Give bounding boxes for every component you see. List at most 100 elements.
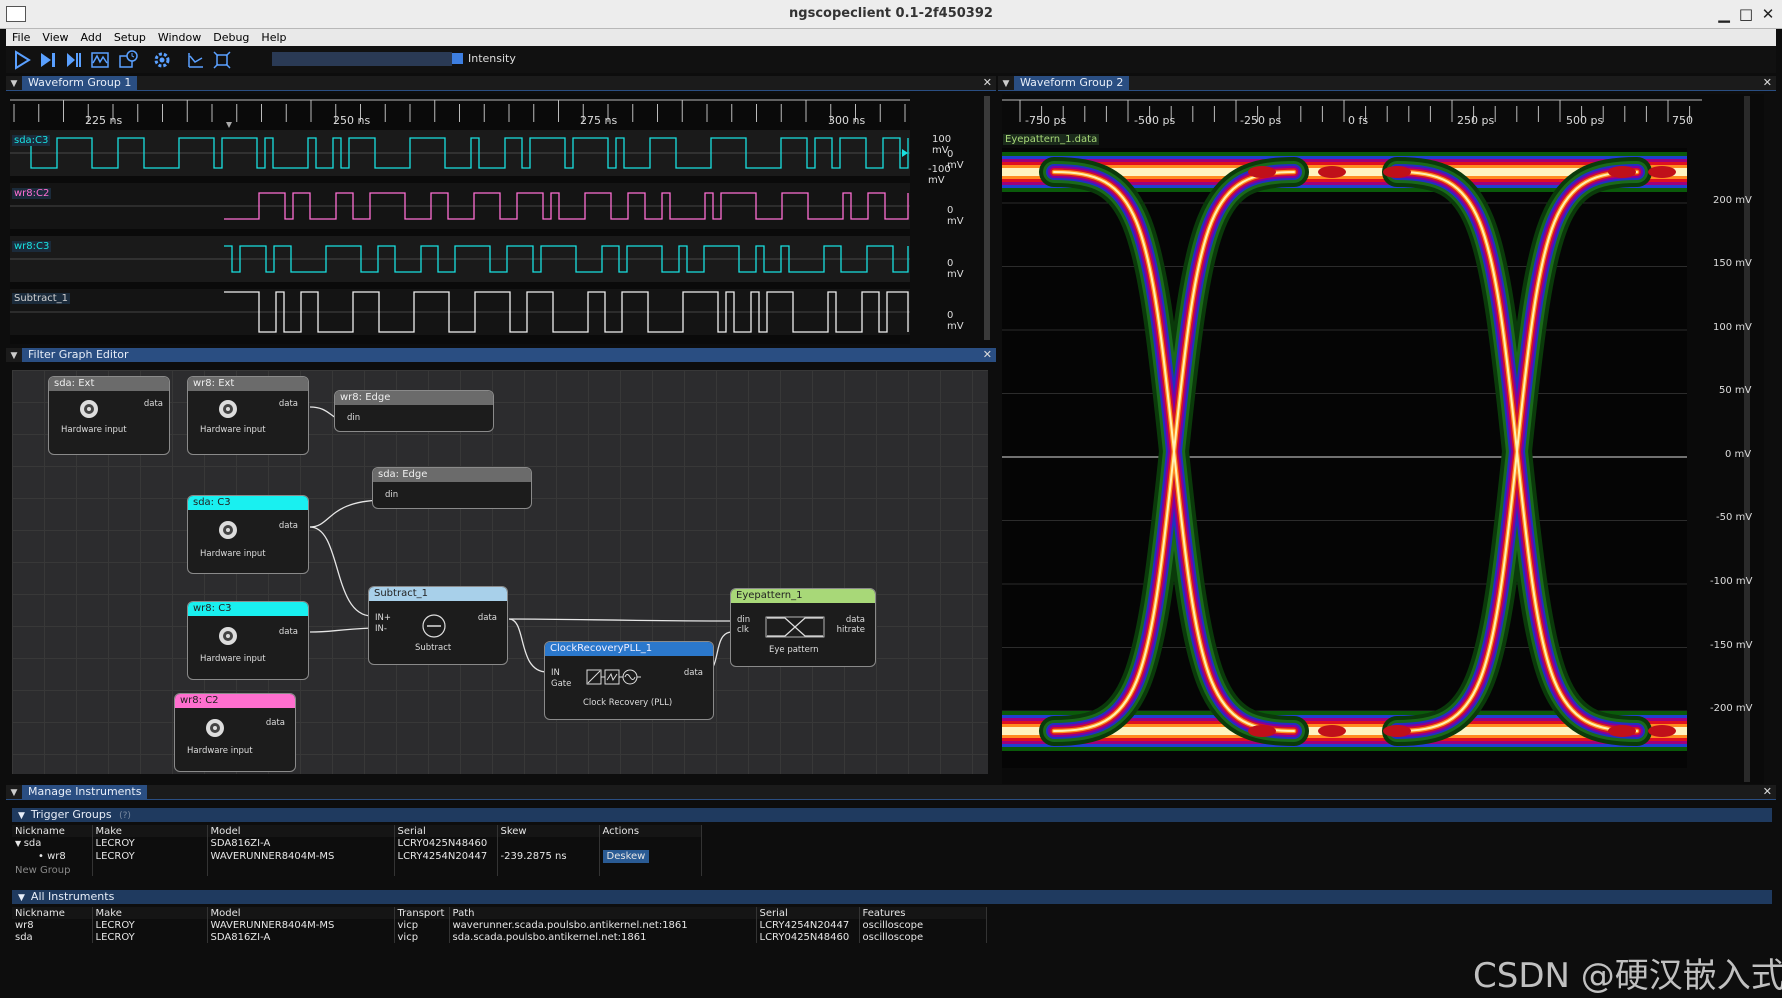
skew-cell[interactable]: -239.2875 ns [497,849,600,864]
column-header[interactable]: Serial [394,825,498,837]
column-header[interactable]: Model [207,907,395,919]
close-icon[interactable]: ✕ [1763,785,1772,799]
column-header[interactable]: Transport [394,907,450,919]
input-port[interactable]: clk [737,625,749,635]
menu-setup[interactable]: Setup [108,29,152,44]
output-port[interactable]: data [684,668,703,678]
node-sda-c3[interactable]: sda: C3 data Hardware input [187,495,309,574]
column-header[interactable]: Path [449,907,757,919]
menu-add[interactable]: Add [75,29,108,44]
channel-name-wr8-c2[interactable]: wr8:C2 [12,188,52,199]
new-group-drop-target[interactable]: New Group [12,864,93,876]
help-icon[interactable]: (?) [119,811,131,821]
node-wr8-c2[interactable]: wr8: C2 data Hardware input [174,693,296,772]
collapse-icon[interactable]: ▼ [12,811,31,821]
nickname-cell[interactable]: sda [12,931,93,943]
waveform-icon[interactable] [90,50,110,70]
all-instruments-section[interactable]: ▼ All Instruments [12,890,1772,904]
channel-name-sda-c3[interactable]: sda:C3 [12,135,51,146]
node-eyepattern-1[interactable]: Eyepattern_1 din clk data hitrate Eye pa… [730,588,876,667]
nickname-cell[interactable]: • wr8 [12,849,93,864]
collapse-icon[interactable]: ▼ [998,77,1014,91]
tab-waveform-group-2[interactable]: Waveform Group 2 [1014,76,1130,90]
output-port[interactable]: data [846,615,865,625]
single-icon[interactable] [38,50,58,70]
column-header[interactable]: Skew [497,825,600,837]
output-port[interactable]: data [266,718,285,728]
input-port[interactable]: IN [551,668,560,678]
close-button[interactable]: ✕ [1757,3,1779,25]
intensity-checkbox[interactable] [452,53,463,64]
channel-name-subtract-1[interactable]: Subtract_1 [12,293,70,304]
output-port[interactable]: data [478,613,497,623]
nickname-cell[interactable]: ▼ sda [12,837,93,849]
eye-pattern-plot[interactable] [1002,94,1764,784]
settings-icon[interactable] [152,50,172,70]
menu-view[interactable]: View [36,29,74,44]
intensity-slider[interactable] [272,52,452,66]
output-port[interactable]: hitrate [837,625,865,635]
close-icon[interactable]: ✕ [1763,76,1772,90]
collapse-icon[interactable]: ▼ [6,349,22,363]
channel-name-wr8-c3[interactable]: wr8:C3 [12,241,52,252]
column-header[interactable]: Make [92,825,208,837]
node-wr8-c3[interactable]: wr8: C3 data Hardware input [187,601,309,680]
menu-window[interactable]: Window [152,29,207,44]
collapse-icon[interactable]: ▼ [6,77,22,91]
output-port[interactable]: data [144,399,163,409]
history-icon[interactable] [118,50,138,70]
output-port[interactable]: data [279,521,298,531]
close-icon[interactable]: ✕ [983,348,992,362]
node-clock-recovery-pll-1[interactable]: ClockRecoveryPLL_1 IN Gate data Clock Re… [544,641,714,720]
table-row[interactable]: wr8 LECROY WAVERUNNER8404M-MS vicp waver… [12,919,987,931]
table-row[interactable]: ▼ sda LECROY SDA816ZI-A LCRY0425N48460 [12,837,702,849]
node-sda-edge[interactable]: sda: Edge din [372,467,532,509]
measure-icon[interactable] [186,50,206,70]
column-header[interactable]: Features [859,907,987,919]
column-header[interactable]: Model [207,825,395,837]
waveform-group-1-plot[interactable] [10,94,910,344]
input-port[interactable]: IN- [375,624,387,634]
column-header[interactable]: Actions [599,825,702,837]
input-port[interactable]: din [347,413,360,423]
nickname-cell[interactable]: wr8 [12,919,93,931]
expand-icon[interactable]: ▼ [15,839,24,848]
output-port[interactable]: data [279,399,298,409]
table-row[interactable]: sda LECROY SDA816ZI-A vicp sda.scada.pou… [12,931,987,943]
tab-filter-graph-editor[interactable]: Filter Graph Editor [22,348,996,362]
channel-name-eyepattern[interactable]: Eyepattern_1.data [1003,134,1100,145]
node-wr8-ext[interactable]: wr8: Ext data Hardware input [187,376,309,455]
input-port[interactable]: IN+ [375,613,391,623]
fullscreen-icon[interactable] [212,50,232,70]
output-port[interactable]: data [279,627,298,637]
column-header[interactable]: Make [92,907,208,919]
run-icon[interactable] [12,50,32,70]
table-row[interactable]: • wr8 LECROY WAVERUNNER8404M-MS LCRY4254… [12,849,702,864]
menu-debug[interactable]: Debug [207,29,255,44]
trigger-groups-section[interactable]: ▼ Trigger Groups (?) [12,808,1772,822]
column-header[interactable]: Nickname [12,907,93,919]
tab-manage-instruments[interactable]: Manage Instruments [22,785,148,799]
menu-help[interactable]: Help [255,29,292,44]
node-sda-ext[interactable]: sda: Ext data Hardware input [48,376,170,455]
minimize-button[interactable]: ▁ [1713,3,1735,25]
collapse-icon[interactable]: ▼ [12,893,31,903]
close-icon[interactable]: ✕ [983,76,992,90]
input-port[interactable]: din [385,490,398,500]
maximize-button[interactable]: □ [1735,3,1757,25]
filter-graph-canvas[interactable]: sda: Ext data Hardware input wr8: Ext da… [12,370,988,774]
deskew-button[interactable]: Deskew [602,850,650,863]
node-wr8-edge[interactable]: wr8: Edge din [334,390,494,432]
waveform-group-2-area[interactable]: -750 ps -500 ps -250 ps 0 fs 250 ps 500 … [1002,94,1764,784]
column-header[interactable]: Nickname [12,825,93,837]
column-header[interactable]: Serial [756,907,860,919]
node-subtract-1[interactable]: Subtract_1 IN+ IN- data Subtract [368,586,508,665]
vertical-scrollbar[interactable] [984,96,990,340]
force-icon[interactable] [64,50,84,70]
menu-file[interactable]: File [6,29,36,44]
input-port[interactable]: Gate [551,679,571,689]
collapse-icon[interactable]: ▼ [6,786,22,800]
input-port[interactable]: din [737,615,750,625]
tab-waveform-group-1[interactable]: Waveform Group 1 [22,76,138,90]
waveform-group-1-area[interactable]: 225 ns 250 ns 275 ns 300 ns sda:C3 wr8:C… [10,94,964,344]
